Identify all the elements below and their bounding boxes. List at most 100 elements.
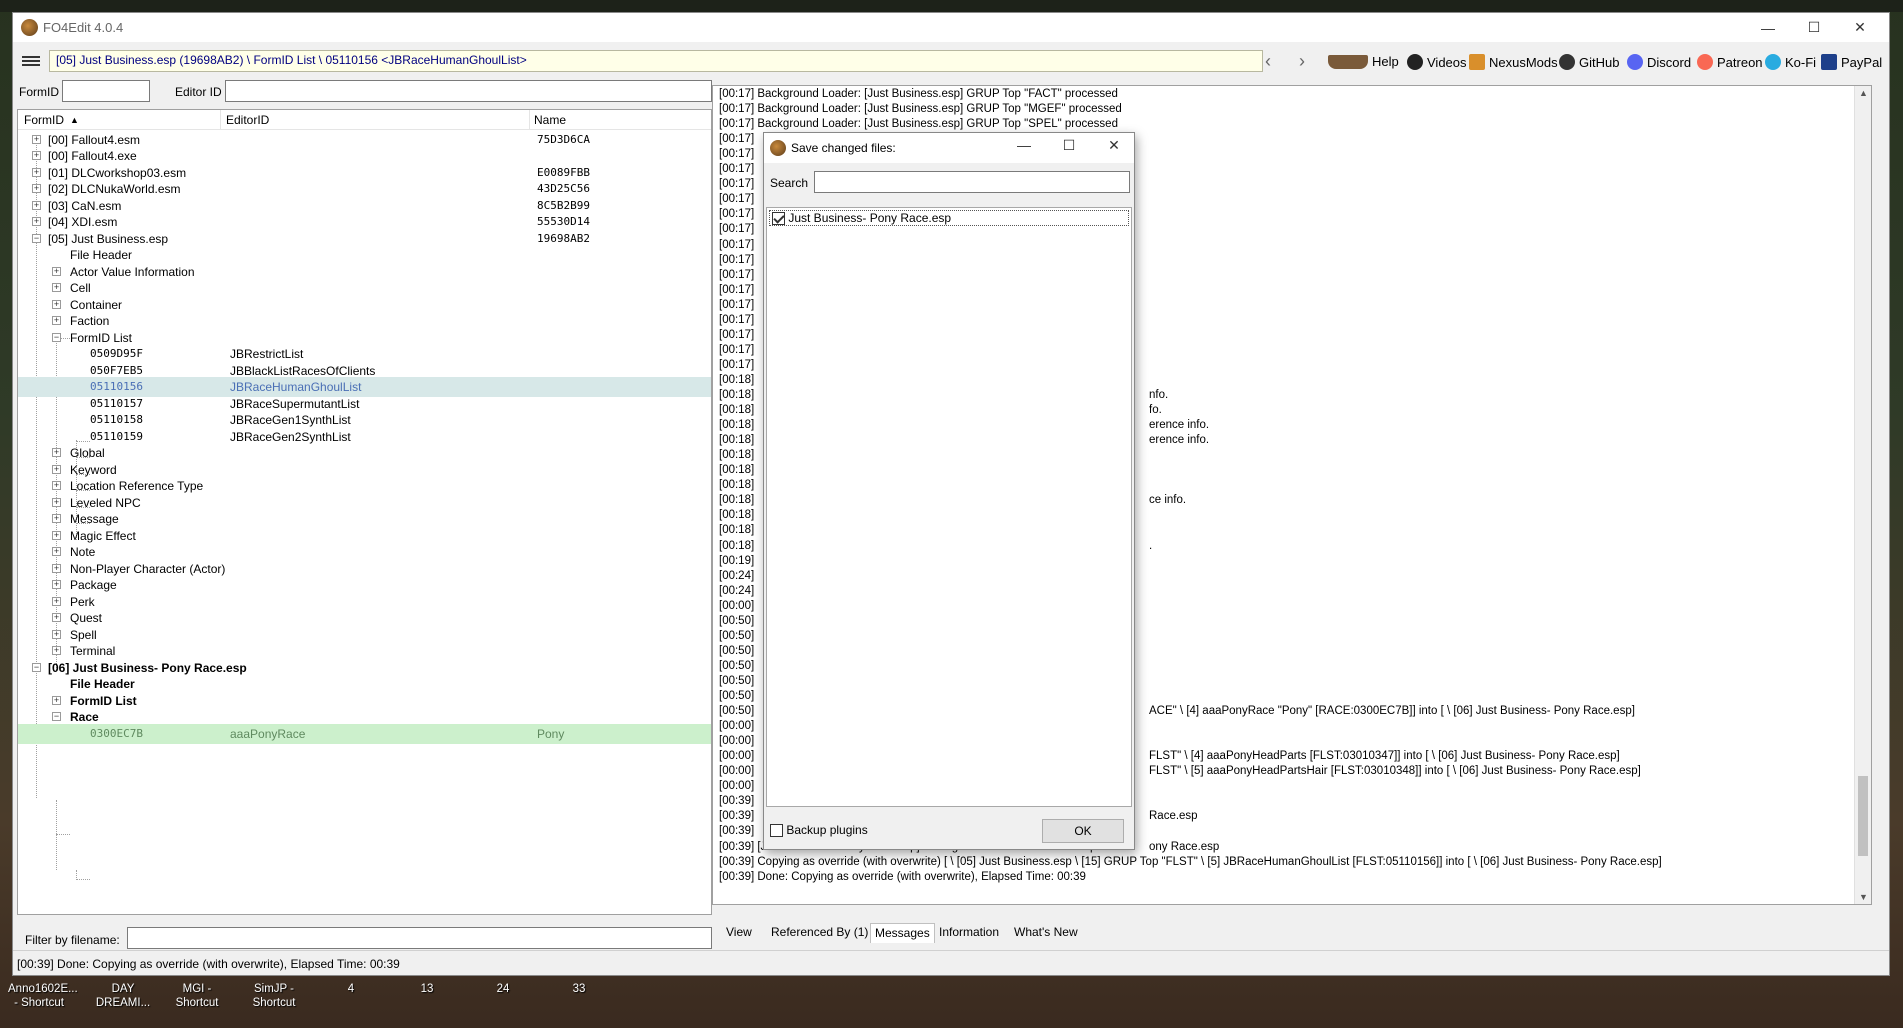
log-line: [00:17]	[719, 298, 755, 311]
expand-icon[interactable]: +	[32, 168, 41, 177]
close-button[interactable]: ✕	[1837, 13, 1883, 42]
desktop-shortcut[interactable]: Anno1602E... - Shortcut	[8, 982, 78, 1010]
record-tree[interactable]: FormID ▲ EditorID Name + [00] Fallout4.e…	[17, 109, 712, 915]
dialog-search-label: Search	[770, 176, 809, 190]
expand-icon[interactable]: +	[52, 465, 61, 474]
expand-icon[interactable]: +	[52, 613, 61, 622]
patreon-link[interactable]: Patreon	[1697, 54, 1763, 70]
changed-files-list[interactable]: Just Business- Pony Race.esp	[766, 207, 1132, 807]
expand-icon[interactable]: +	[52, 630, 61, 639]
formid-filter-input[interactable]	[62, 80, 150, 102]
expand-icon[interactable]: +	[52, 514, 61, 523]
log-line: [00:17]	[719, 208, 755, 221]
expand-icon[interactable]: +	[52, 580, 61, 589]
collapse-icon[interactable]: −	[32, 663, 41, 672]
log-line: [00:18]	[719, 524, 755, 537]
expand-icon[interactable]: +	[32, 184, 41, 193]
column-header-formid[interactable]: FormID	[24, 113, 64, 127]
dialog-close-button[interactable]: ✕	[1099, 137, 1129, 159]
log-line: [00:17]	[719, 193, 755, 206]
tab-whats-new[interactable]: What's New	[1010, 923, 1082, 943]
editorid-filter-input[interactable]	[225, 80, 712, 102]
log-line: [00:00]	[719, 765, 755, 778]
log-line-tail: FLST" \ [5] aaaPonyHeadPartsHair [FLST:0…	[1149, 765, 1641, 778]
desktop-shortcut[interactable]: 24	[472, 982, 534, 996]
messages-scrollbar[interactable]: ▲ ▼	[1854, 86, 1871, 904]
status-text: [00:39] Done: Copying as override (with …	[17, 957, 400, 971]
scrollbar-thumb[interactable]	[1858, 776, 1868, 856]
collapse-icon[interactable]: −	[52, 333, 61, 342]
tab-messages[interactable]: Messages	[870, 923, 935, 943]
hamburger-menu-icon[interactable]	[22, 54, 40, 68]
paypal-link[interactable]: PayPal	[1821, 54, 1882, 70]
nexusmods-link[interactable]: NexusMods	[1469, 54, 1558, 70]
tree-row-new-record[interactable]: 0300EC7B aaaPonyRace Pony	[18, 724, 711, 744]
log-line: [00:17]	[719, 223, 755, 236]
expand-icon[interactable]: +	[52, 564, 61, 573]
videos-link[interactable]: Videos	[1407, 54, 1467, 70]
dialog-minimize-button[interactable]: —	[1009, 137, 1039, 159]
desktop-shortcut[interactable]: SimJP - Shortcut	[243, 982, 305, 1010]
expand-icon[interactable]: +	[52, 481, 61, 490]
log-line: [00:18]	[719, 539, 755, 552]
dialog-search-input[interactable]	[814, 171, 1130, 193]
app-icon	[21, 19, 38, 36]
expand-icon[interactable]: +	[32, 151, 41, 160]
minimize-button[interactable]: —	[1745, 13, 1791, 42]
expand-icon[interactable]: +	[52, 267, 61, 276]
backup-plugins-checkbox[interactable]	[770, 824, 783, 838]
log-line: [00:00]	[719, 780, 755, 793]
kofi-link[interactable]: Ko-Fi	[1765, 54, 1816, 70]
file-checkbox[interactable]	[772, 212, 785, 226]
expand-icon[interactable]: +	[52, 316, 61, 325]
log-line-tail: nfo.	[1149, 389, 1169, 401]
expand-icon[interactable]: +	[52, 448, 61, 457]
patreon-icon	[1697, 54, 1713, 70]
expand-icon[interactable]: +	[52, 597, 61, 606]
ok-button[interactable]: OK	[1042, 819, 1124, 843]
log-line: [00:17]	[719, 328, 755, 341]
filter-filename-input[interactable]	[127, 927, 712, 949]
list-item[interactable]: Just Business- Pony Race.esp	[769, 210, 1129, 226]
collapse-icon[interactable]: −	[32, 234, 41, 243]
log-line: [00:39]	[719, 795, 755, 808]
tab-view[interactable]: View	[722, 923, 756, 943]
tab-referenced-by[interactable]: Referenced By (1)	[767, 923, 872, 943]
filter-filename-label: Filter by filename:	[25, 933, 120, 947]
desktop-shortcut[interactable]: 13	[396, 982, 458, 996]
backup-plugins-option[interactable]: Backup plugins	[770, 823, 868, 838]
expand-icon[interactable]: +	[32, 201, 41, 210]
log-line: [00:39]	[719, 825, 755, 838]
expand-icon[interactable]: +	[52, 498, 61, 507]
desktop-shortcut[interactable]: DAY DREAMI...	[92, 982, 154, 1010]
expand-icon[interactable]: +	[52, 531, 61, 540]
expand-icon[interactable]: +	[52, 547, 61, 556]
log-line: [00:18]	[719, 464, 755, 477]
discord-link[interactable]: Discord	[1627, 54, 1691, 70]
expand-icon[interactable]: +	[52, 696, 61, 705]
help-link[interactable]: Help	[1328, 54, 1399, 69]
dialog-maximize-button[interactable]: ☐	[1054, 137, 1084, 159]
log-line: [00:18]	[719, 389, 755, 401]
maximize-button[interactable]: ☐	[1791, 13, 1837, 42]
record-path-bar[interactable]: [05] Just Business.esp (19698AB2) \ Form…	[49, 50, 1263, 72]
log-line: [00:00]	[719, 599, 755, 612]
collapse-icon[interactable]: −	[52, 712, 61, 721]
expand-icon[interactable]: +	[32, 217, 41, 226]
column-header-name[interactable]: Name	[534, 113, 566, 127]
log-line: [00:17]	[719, 283, 755, 296]
expand-icon[interactable]: +	[52, 300, 61, 309]
expand-icon[interactable]: +	[52, 646, 61, 655]
expand-icon[interactable]: +	[32, 135, 41, 144]
github-link[interactable]: GitHub	[1559, 54, 1619, 70]
desktop-shortcut[interactable]: 33	[548, 982, 610, 996]
desktop-shortcut[interactable]: 4	[320, 982, 382, 996]
log-line: [00:17] Background Loader: [Just Busines…	[719, 103, 1122, 116]
tab-information[interactable]: Information	[935, 923, 1003, 943]
column-header-editorid[interactable]: EditorID	[226, 113, 269, 127]
expand-icon[interactable]: +	[52, 283, 61, 292]
forward-arrow-icon[interactable]: ›	[1299, 51, 1305, 72]
desktop-shortcut[interactable]: MGI - Shortcut	[166, 982, 228, 1010]
log-line: [00:18]	[719, 373, 755, 386]
back-arrow-icon[interactable]: ‹	[1265, 51, 1271, 72]
